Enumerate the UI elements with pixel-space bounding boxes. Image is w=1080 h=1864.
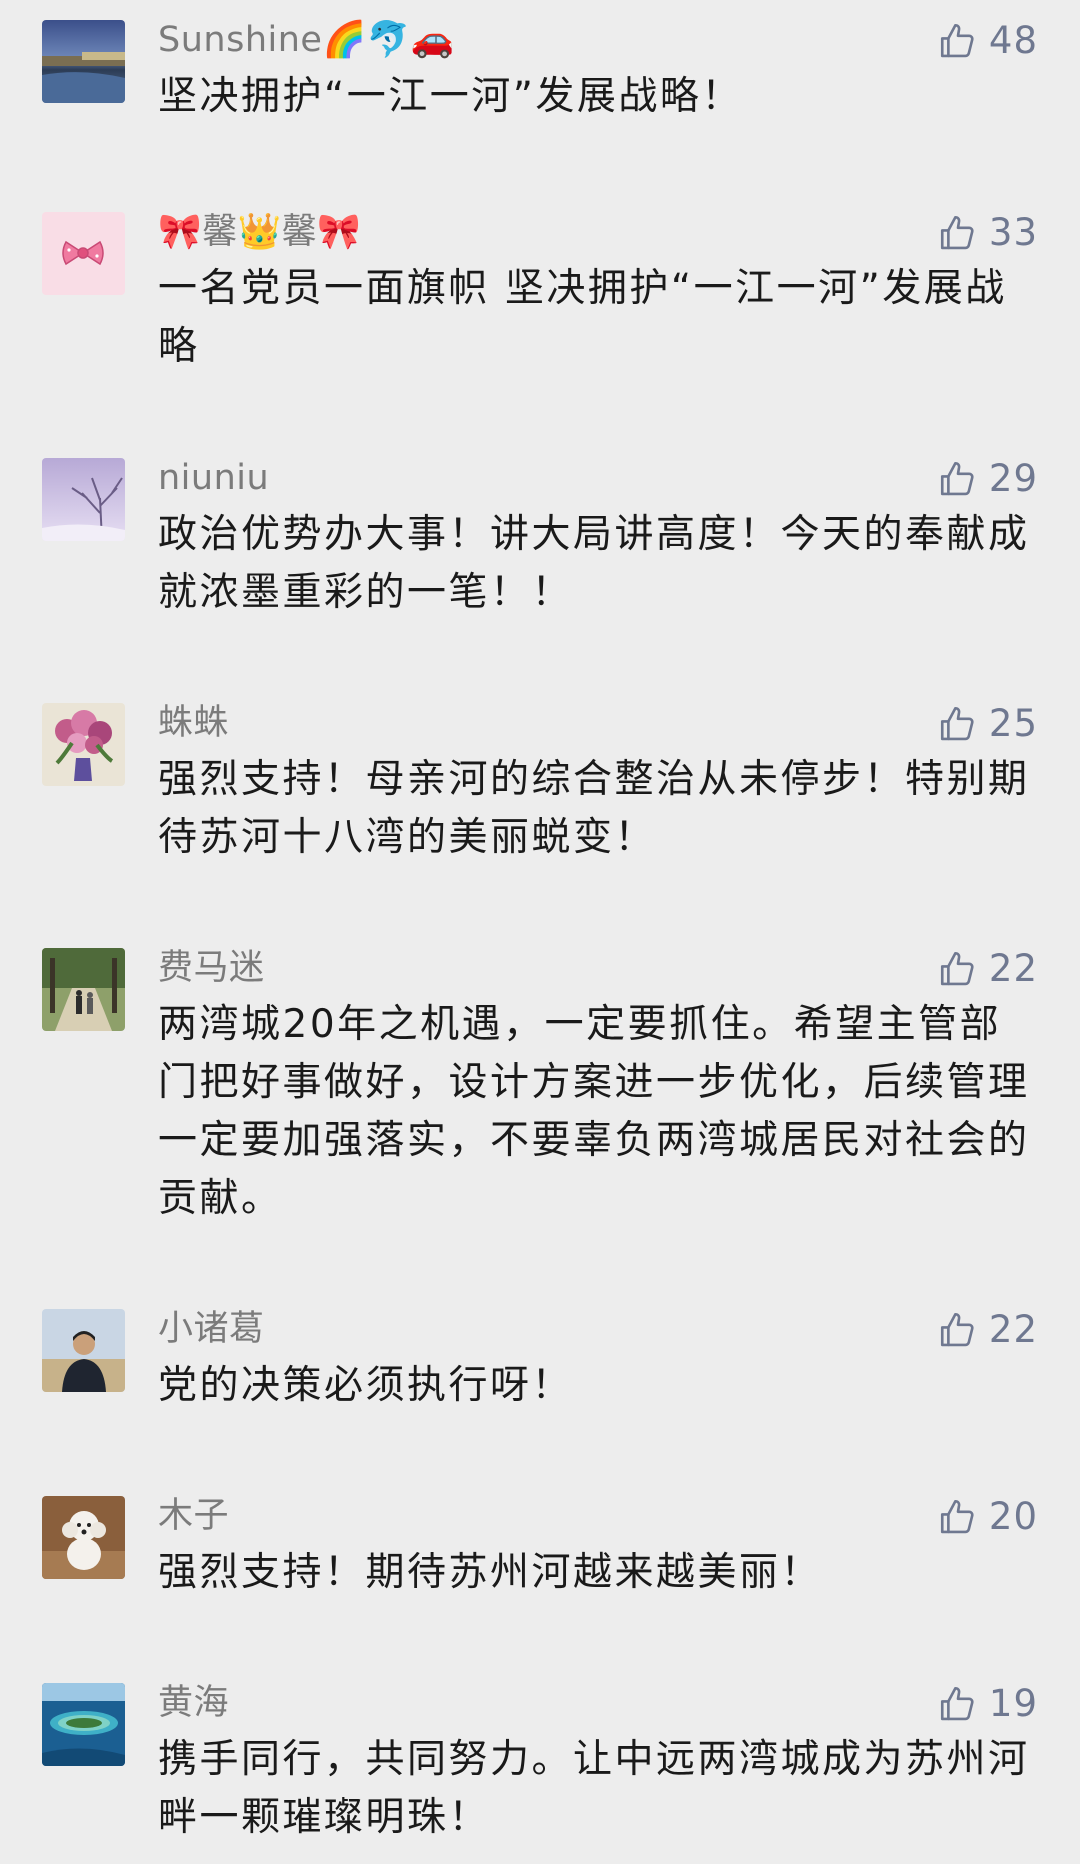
like-button[interactable]: 19 bbox=[937, 1679, 1038, 1729]
like-count: 33 bbox=[988, 211, 1038, 254]
commenter-name: 费马迷 bbox=[158, 948, 265, 988]
thumbs-up-icon bbox=[940, 951, 974, 986]
thumbs-up-icon bbox=[940, 1686, 974, 1721]
commenter-name: 黄海 bbox=[158, 1683, 230, 1723]
like-count: 22 bbox=[988, 1308, 1038, 1351]
thumbs-up-icon bbox=[940, 23, 974, 58]
commenter-name: 木子 bbox=[158, 1496, 230, 1536]
pink-bow-avatar[interactable] bbox=[42, 212, 125, 295]
commenter-name: 🎀馨👑馨🎀 bbox=[158, 212, 362, 252]
person-portrait-avatar[interactable] bbox=[42, 1309, 125, 1392]
island-aerial-avatar[interactable] bbox=[42, 1683, 125, 1766]
thumbs-up-icon bbox=[940, 1312, 974, 1347]
like-count: 20 bbox=[988, 1495, 1038, 1538]
like-count: 19 bbox=[988, 1682, 1038, 1725]
commenter-name: niuniu bbox=[158, 458, 270, 498]
comment-text: 坚决拥护“一江一河”发展战略！ bbox=[158, 74, 743, 119]
like-count: 25 bbox=[988, 702, 1038, 745]
thumbs-up-icon bbox=[940, 215, 974, 250]
like-button[interactable]: 33 bbox=[937, 208, 1038, 258]
frosted-tree-avatar[interactable] bbox=[42, 458, 125, 541]
like-button[interactable]: 29 bbox=[937, 454, 1038, 504]
like-button[interactable]: 22 bbox=[937, 1305, 1038, 1355]
comment-text: 政治优势办大事！讲大局讲高度！今天的奉献成就浓墨重彩的一笔！！ bbox=[158, 512, 1030, 615]
like-button[interactable]: 20 bbox=[937, 1492, 1038, 1542]
like-count: 48 bbox=[988, 19, 1038, 62]
comment-text: 两湾城20年之机遇，一定要抓住。希望主管部门把好事做好，设计方案进一步优化，后续… bbox=[158, 1002, 1030, 1221]
comment-list: Sunshine🌈🐬🚗 48 坚决拥护“一江一河”发展战略！ 🎀馨👑馨🎀 33 … bbox=[0, 0, 1080, 1864]
thumbs-up-icon bbox=[940, 461, 974, 496]
commenter-name: 小诸葛 bbox=[158, 1309, 265, 1349]
comment-text: 强烈支持！母亲河的综合整治从未停步！特别期待苏河十八湾的美丽蜕变！ bbox=[158, 757, 1030, 860]
like-button[interactable]: 48 bbox=[937, 16, 1038, 66]
comment-text: 一名党员一面旗帜 坚决拥护“一江一河”发展战略 bbox=[158, 266, 1007, 369]
white-dog-avatar[interactable] bbox=[42, 1496, 125, 1579]
like-button[interactable]: 22 bbox=[937, 944, 1038, 994]
commenter-name: 蛛蛛 bbox=[158, 703, 230, 743]
flower-vase-avatar[interactable] bbox=[42, 703, 125, 786]
tree-lined-path-avatar[interactable] bbox=[42, 948, 125, 1031]
comment-text: 党的决策必须执行呀！ bbox=[158, 1363, 574, 1408]
river-landscape-avatar[interactable] bbox=[42, 20, 125, 103]
like-button[interactable]: 25 bbox=[937, 699, 1038, 749]
comment-text: 携手同行，共同努力。让中远两湾城成为苏州河畔一颗璀璨明珠！ bbox=[158, 1737, 1030, 1840]
thumbs-up-icon bbox=[940, 706, 974, 741]
commenter-name: Sunshine🌈🐬🚗 bbox=[158, 20, 455, 60]
comment-text: 强烈支持！期待苏州河越来越美丽！ bbox=[158, 1550, 823, 1595]
like-count: 29 bbox=[988, 457, 1038, 500]
thumbs-up-icon bbox=[940, 1499, 974, 1534]
like-count: 22 bbox=[988, 947, 1038, 990]
